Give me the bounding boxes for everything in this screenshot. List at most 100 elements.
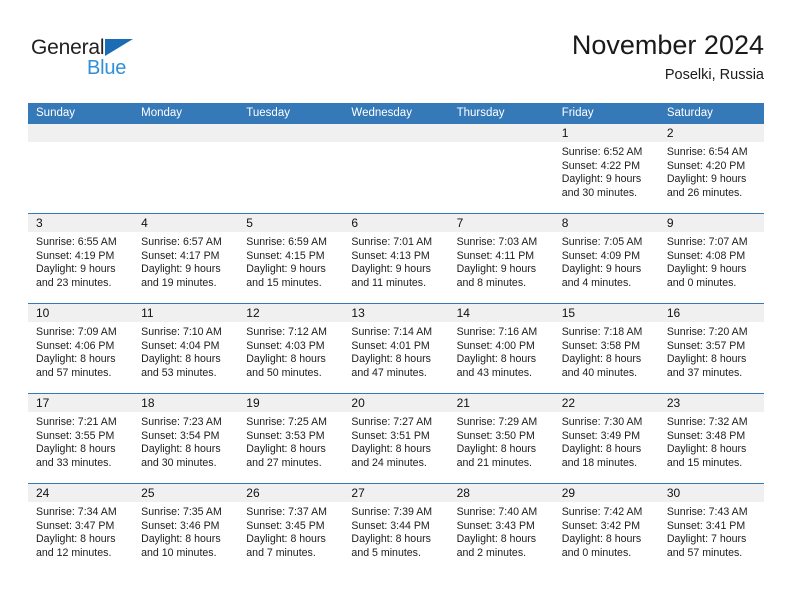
day-detail-line: Sunset: 4:09 PM [561, 249, 641, 262]
day-details: Sunrise: 6:55 AM Sunset: 4:19 PM Daylight:… [28, 232, 133, 290]
day-cell-20[interactable]: 20 Sunrise: 7:27 AM Sunset: 3:51 PM Dayligh… [343, 394, 449, 483]
day-detail-line: Sunset: 4:00 PM [456, 339, 535, 352]
day-cell-1[interactable]: 1 Sunrise: 6:52 AM Sunset: 4:22 PM Daylight… [553, 124, 659, 213]
day-cell-25[interactable]: 25 Sunrise: 7:35 AM Sunset: 3:46 PM Dayligh… [133, 484, 239, 573]
day-detail-line: Sunset: 3:58 PM [561, 339, 641, 352]
title-block: November 2024 Poselki, Russia [572, 28, 764, 86]
day-detail-line: Sunset: 3:46 PM [141, 519, 220, 532]
weekday-header-wednesday: Wednesday [351, 107, 412, 119]
day-detail-line: Daylight: 9 hours [666, 263, 747, 276]
day-number: 14 [448, 304, 554, 322]
day-detail-line: and 0 minutes. [666, 276, 737, 289]
day-number: 5 [238, 214, 344, 232]
day-cell-15[interactable]: 15 Sunrise: 7:18 AM Sunset: 3:58 PM Dayligh… [553, 304, 659, 393]
day-number: 1 [553, 124, 659, 142]
day-cell-2[interactable]: 2 Sunrise: 6:54 AM Sunset: 4:20 PM Daylight… [658, 124, 764, 213]
day-cell-12[interactable]: 12 Sunrise: 7:12 AM Sunset: 4:03 PM Dayligh… [238, 304, 344, 393]
day-number: 2 [658, 124, 764, 142]
day-detail-line: and 23 minutes. [36, 276, 112, 289]
day-cell-8[interactable]: 8 Sunrise: 7:05 AM Sunset: 4:09 PM Daylight… [553, 214, 659, 303]
day-details: Sunrise: 7:18 AM Sunset: 3:58 PM Daylight:… [554, 322, 659, 380]
day-cell-26[interactable]: 26 Sunrise: 7:37 AM Sunset: 3:45 PM Dayligh… [238, 484, 344, 573]
day-cell-18[interactable]: 18 Sunrise: 7:23 AM Sunset: 3:54 PM Dayligh… [133, 394, 239, 483]
day-detail-line: Sunset: 4:08 PM [666, 249, 746, 262]
day-number [343, 124, 449, 142]
day-detail-line: and 26 minutes. [666, 186, 743, 199]
day-detail-line: Daylight: 8 hours [36, 443, 116, 456]
day-detail-line: Daylight: 8 hours [36, 353, 116, 366]
day-detail-line: Sunrise: 7:43 AM [666, 506, 748, 518]
day-number: 20 [343, 394, 449, 412]
day-cell-17[interactable]: 17 Sunrise: 7:21 AM Sunset: 3:55 PM Dayligh… [28, 394, 134, 483]
day-detail-line: Daylight: 9 hours [456, 263, 537, 276]
day-cell-9[interactable]: 9 Sunrise: 7:07 AM Sunset: 4:08 PM Daylight… [658, 214, 764, 303]
day-number [133, 124, 239, 142]
day-detail-line: Sunset: 4:03 PM [246, 339, 325, 352]
day-details: Sunrise: 7:16 AM Sunset: 4:00 PM Daylight:… [449, 322, 554, 380]
day-details: Sunrise: 7:37 AM Sunset: 3:45 PM Daylight:… [238, 502, 343, 560]
day-cell-13[interactable]: 13 Sunrise: 7:14 AM Sunset: 4:01 PM Dayligh… [343, 304, 449, 393]
logo-text-general: General [31, 36, 105, 59]
day-details [28, 142, 133, 146]
day-detail-line: Sunrise: 6:54 AM [666, 146, 748, 158]
day-detail-line: Sunset: 3:49 PM [561, 429, 641, 442]
weekday-header-monday: Monday [141, 107, 183, 119]
day-cell-21[interactable]: 21 Sunrise: 7:29 AM Sunset: 3:50 PM Dayligh… [448, 394, 554, 483]
day-detail-line: Sunset: 4:13 PM [351, 249, 430, 262]
day-details: Sunrise: 7:32 AM Sunset: 3:48 PM Daylight:… [659, 412, 764, 470]
day-details: Sunrise: 7:01 AM Sunset: 4:13 PM Daylight:… [343, 232, 448, 290]
day-details: Sunrise: 7:12 AM Sunset: 4:03 PM Daylight:… [238, 322, 343, 380]
day-cell-4[interactable]: 4 Sunrise: 6:57 AM Sunset: 4:17 PM Daylight… [133, 214, 239, 303]
day-number: 24 [28, 484, 134, 502]
day-detail-line: Sunrise: 7:29 AM [456, 416, 538, 428]
day-cell-14[interactable]: 14 Sunrise: 7:16 AM Sunset: 4:00 PM Dayligh… [448, 304, 554, 393]
day-detail-line: Sunset: 3:48 PM [666, 429, 746, 442]
day-detail-line: Daylight: 8 hours [351, 533, 431, 546]
day-detail-line: and 57 minutes. [666, 546, 743, 559]
day-number: 29 [553, 484, 659, 502]
day-cell-5[interactable]: 5 Sunrise: 6:59 AM Sunset: 4:15 PM Daylight… [238, 214, 344, 303]
general-blue-logo[interactable]: General Blue [31, 36, 161, 84]
day-cell-30[interactable]: 30 Sunrise: 7:43 AM Sunset: 3:41 PM Dayligh… [658, 484, 764, 573]
day-detail-line: Sunrise: 7:10 AM [141, 326, 222, 338]
day-detail-line: and 7 minutes. [246, 546, 316, 559]
day-cell-7[interactable]: 7 Sunrise: 7:03 AM Sunset: 4:11 PM Daylight… [448, 214, 554, 303]
day-cell-16[interactable]: 16 Sunrise: 7:20 AM Sunset: 3:57 PM Dayligh… [658, 304, 764, 393]
weekday-header-row: Sunday Monday Tuesday Wednesday Thursday Frid… [28, 103, 764, 123]
day-number: 8 [553, 214, 659, 232]
day-number: 25 [133, 484, 239, 502]
day-cell-27[interactable]: 27 Sunrise: 7:39 AM Sunset: 3:44 PM Dayligh… [343, 484, 449, 573]
day-detail-line: Sunrise: 7:42 AM [561, 506, 643, 518]
day-cell-23[interactable]: 23 Sunrise: 7:32 AM Sunset: 3:48 PM Dayligh… [658, 394, 764, 483]
day-detail-line: Sunset: 4:20 PM [666, 159, 746, 172]
day-detail-line: Sunrise: 7:01 AM [351, 236, 433, 248]
page-title: November 2024 [571, 30, 764, 60]
day-number: 30 [658, 484, 764, 502]
day-number: 26 [238, 484, 344, 502]
day-details: Sunrise: 7:10 AM Sunset: 4:04 PM Daylight:… [133, 322, 238, 380]
day-number [28, 124, 134, 142]
day-detail-line: and 0 minutes. [561, 546, 632, 559]
day-cell-empty [238, 124, 344, 213]
day-details: Sunrise: 7:35 AM Sunset: 3:46 PM Daylight:… [133, 502, 238, 560]
day-detail-line: Daylight: 8 hours [666, 353, 747, 366]
calendar-week-row: 17 Sunrise: 7:21 AM Sunset: 3:55 PM Dayligh… [28, 393, 764, 483]
day-cell-28[interactable]: 28 Sunrise: 7:40 AM Sunset: 3:43 PM Dayligh… [448, 484, 554, 573]
day-cell-10[interactable]: 10 Sunrise: 7:09 AM Sunset: 4:06 PM Dayligh… [28, 304, 134, 393]
day-details: Sunrise: 7:09 AM Sunset: 4:06 PM Daylight:… [28, 322, 133, 380]
day-detail-line: and 30 minutes. [561, 186, 638, 199]
day-cell-29[interactable]: 29 Sunrise: 7:42 AM Sunset: 3:42 PM Dayligh… [553, 484, 659, 573]
day-detail-line: and 57 minutes. [36, 366, 112, 379]
day-detail-line: Sunrise: 7:12 AM [246, 326, 327, 338]
day-cell-6[interactable]: 6 Sunrise: 7:01 AM Sunset: 4:13 PM Daylight… [343, 214, 449, 303]
day-detail-line: and 50 minutes. [246, 366, 322, 379]
day-cell-11[interactable]: 11 Sunrise: 7:10 AM Sunset: 4:04 PM Dayligh… [133, 304, 239, 393]
day-cell-22[interactable]: 22 Sunrise: 7:30 AM Sunset: 3:49 PM Dayligh… [553, 394, 659, 483]
day-cell-19[interactable]: 19 Sunrise: 7:25 AM Sunset: 3:53 PM Dayligh… [238, 394, 344, 483]
day-cell-24[interactable]: 24 Sunrise: 7:34 AM Sunset: 3:47 PM Dayligh… [28, 484, 134, 573]
day-cell-3[interactable]: 3 Sunrise: 6:55 AM Sunset: 4:19 PM Daylight… [28, 214, 134, 303]
day-detail-line: Daylight: 8 hours [246, 353, 326, 366]
day-number [238, 124, 344, 142]
day-detail-line: Daylight: 9 hours [561, 173, 642, 186]
day-detail-line: Daylight: 9 hours [246, 263, 326, 276]
